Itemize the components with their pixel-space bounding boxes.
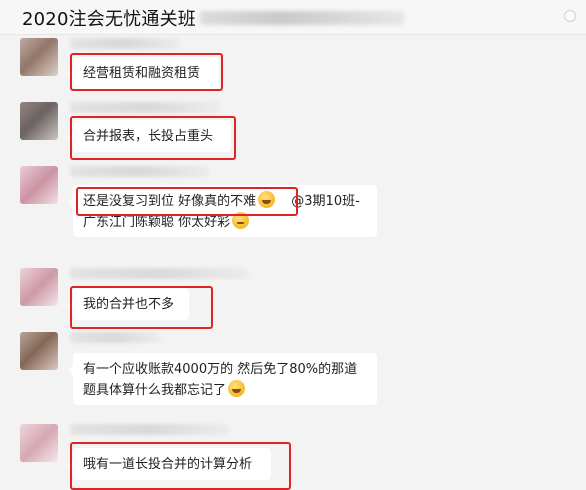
redacted-title-suffix <box>200 11 405 25</box>
message-text: 广东江门陈颖聪 你太好彩 <box>83 215 231 230</box>
sender-name-redacted <box>70 424 230 435</box>
avatar[interactable] <box>20 332 58 370</box>
sender-name-redacted <box>70 102 220 113</box>
message-bubble[interactable]: 还是没复习到位 好像真的不难 @3期10班- 广东江门陈颖聪 你太好彩 <box>68 185 377 237</box>
message-text: 合并报表，长投占重头 <box>83 129 214 144</box>
message-bubble[interactable]: 哦有一道长投合并的计算分析 <box>68 448 271 480</box>
message-bubble[interactable]: 我的合并也不多 <box>68 288 189 320</box>
thinking-emoji-icon <box>232 212 250 229</box>
message-text: 还是没复习到位 好像真的不难 <box>83 194 257 209</box>
message-text: 有一个应收账款4000万的 然后免了80%的那道 <box>83 362 358 377</box>
message-bubble[interactable]: 有一个应收账款4000万的 然后免了80%的那道 题具体算什么我都忘记了 <box>68 353 377 405</box>
chat-header: 2020注会无忧通关班 <box>0 0 586 35</box>
avatar[interactable] <box>20 38 58 76</box>
message-text: 哦有一道长投合并的计算分析 <box>83 457 253 472</box>
sender-name-redacted <box>70 268 248 279</box>
laughing-emoji-icon <box>258 191 276 208</box>
laughing-emoji-icon <box>228 380 246 397</box>
mention-link[interactable]: @3期10班- <box>291 194 360 209</box>
sender-name-redacted <box>70 332 160 343</box>
avatar[interactable] <box>20 424 58 462</box>
message-text: 题具体算什么我都忘记了 <box>83 383 227 398</box>
message-bubble[interactable]: 经营租赁和融资租赁 <box>68 57 219 89</box>
message-bubble[interactable]: 合并报表，长投占重头 <box>68 120 231 152</box>
message-text: 经营租赁和融资租赁 <box>83 66 201 81</box>
avatar[interactable] <box>20 166 58 204</box>
group-title: 2020注会无忧通关班 <box>22 9 197 30</box>
message-text: 我的合并也不多 <box>83 297 175 312</box>
sender-name-redacted <box>70 38 180 49</box>
header-status-icon <box>564 10 576 22</box>
avatar[interactable] <box>20 102 58 140</box>
sender-name-redacted <box>70 166 210 177</box>
avatar[interactable] <box>20 268 58 306</box>
